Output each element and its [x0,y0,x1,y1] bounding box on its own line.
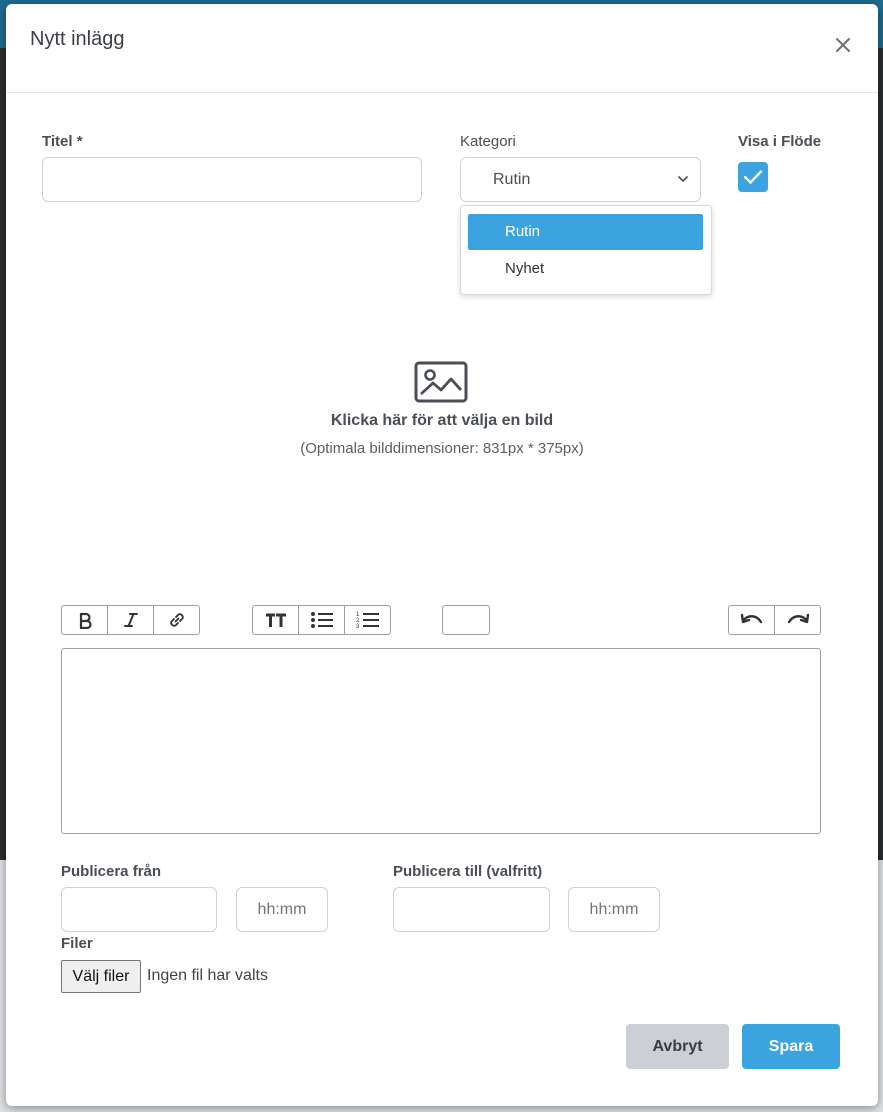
numbered-list-icon: 1 2 3 [356,612,379,630]
title-label: Titel * [42,133,83,150]
toolbar-format-group [61,605,200,635]
checkmark-icon [743,170,763,184]
image-picker-hint: (Optimala bilddimensioner: 831px * 375px… [300,440,584,457]
publish-from-time-input[interactable] [236,887,328,932]
link-icon [169,613,184,627]
modal-title: Nytt inlägg [30,28,125,50]
category-selected-value: Rutin [493,171,531,188]
link-button[interactable] [154,606,199,634]
show-in-feed-checkbox[interactable] [738,162,768,192]
rich-text-editor[interactable] [61,648,821,834]
numbered-list-button[interactable]: 1 2 3 [345,606,390,634]
bulleted-list-icon [310,612,333,628]
redo-button[interactable] [775,606,820,634]
category-option-label: Rutin [505,223,541,240]
bulleted-list-button[interactable] [299,606,345,634]
chevron-down-icon [678,176,688,182]
file-status-text: Ingen fil har valts [147,967,268,984]
undo-button[interactable] [729,606,775,634]
modal-header: Nytt inlägg [6,4,878,93]
category-option-rutin[interactable]: Rutin [468,214,703,250]
close-icon[interactable] [832,34,854,56]
publish-to-time-input[interactable] [568,887,660,932]
choose-files-button[interactable]: Välj filer [61,960,141,993]
italic-icon [123,613,138,627]
category-option-label: Nyhet [505,260,545,277]
publish-to-date-input[interactable] [393,887,550,932]
color-picker[interactable] [442,605,490,635]
toolbar-text-group: 1 2 3 [252,605,391,635]
publish-to-label: Publicera till (valfritt) [393,863,543,880]
category-label: Kategori [460,133,516,150]
category-option-nyhet[interactable]: Nyhet [468,251,703,287]
toolbar-history-group [728,605,821,635]
show-in-feed-label: Visa i Flöde [738,133,822,150]
category-select[interactable]: Rutin [460,157,701,202]
publish-from-date-input[interactable] [61,887,217,932]
text-size-icon [265,613,286,627]
category-dropdown: Rutin Nyhet [460,205,712,295]
new-post-modal: Nytt inlägg Titel * Kategori Rutin Rutin… [6,4,878,1106]
files-label: Filer [61,935,93,952]
text-size-button[interactable] [253,606,299,634]
bold-icon [79,612,92,629]
bold-button[interactable] [62,606,108,634]
save-button[interactable]: Spara [742,1024,840,1069]
publish-from-label: Publicera från [61,863,162,880]
cancel-button[interactable]: Avbryt [626,1024,729,1069]
svg-text:3: 3 [356,624,360,630]
image-icon [414,361,468,403]
undo-icon [740,613,762,624]
title-input[interactable] [42,157,422,202]
redo-icon [787,613,809,624]
image-picker[interactable]: Klicka här för att välja en bild (Optima… [42,334,842,474]
image-picker-text: Klicka här för att välja en bild [330,412,554,429]
italic-button[interactable] [108,606,154,634]
